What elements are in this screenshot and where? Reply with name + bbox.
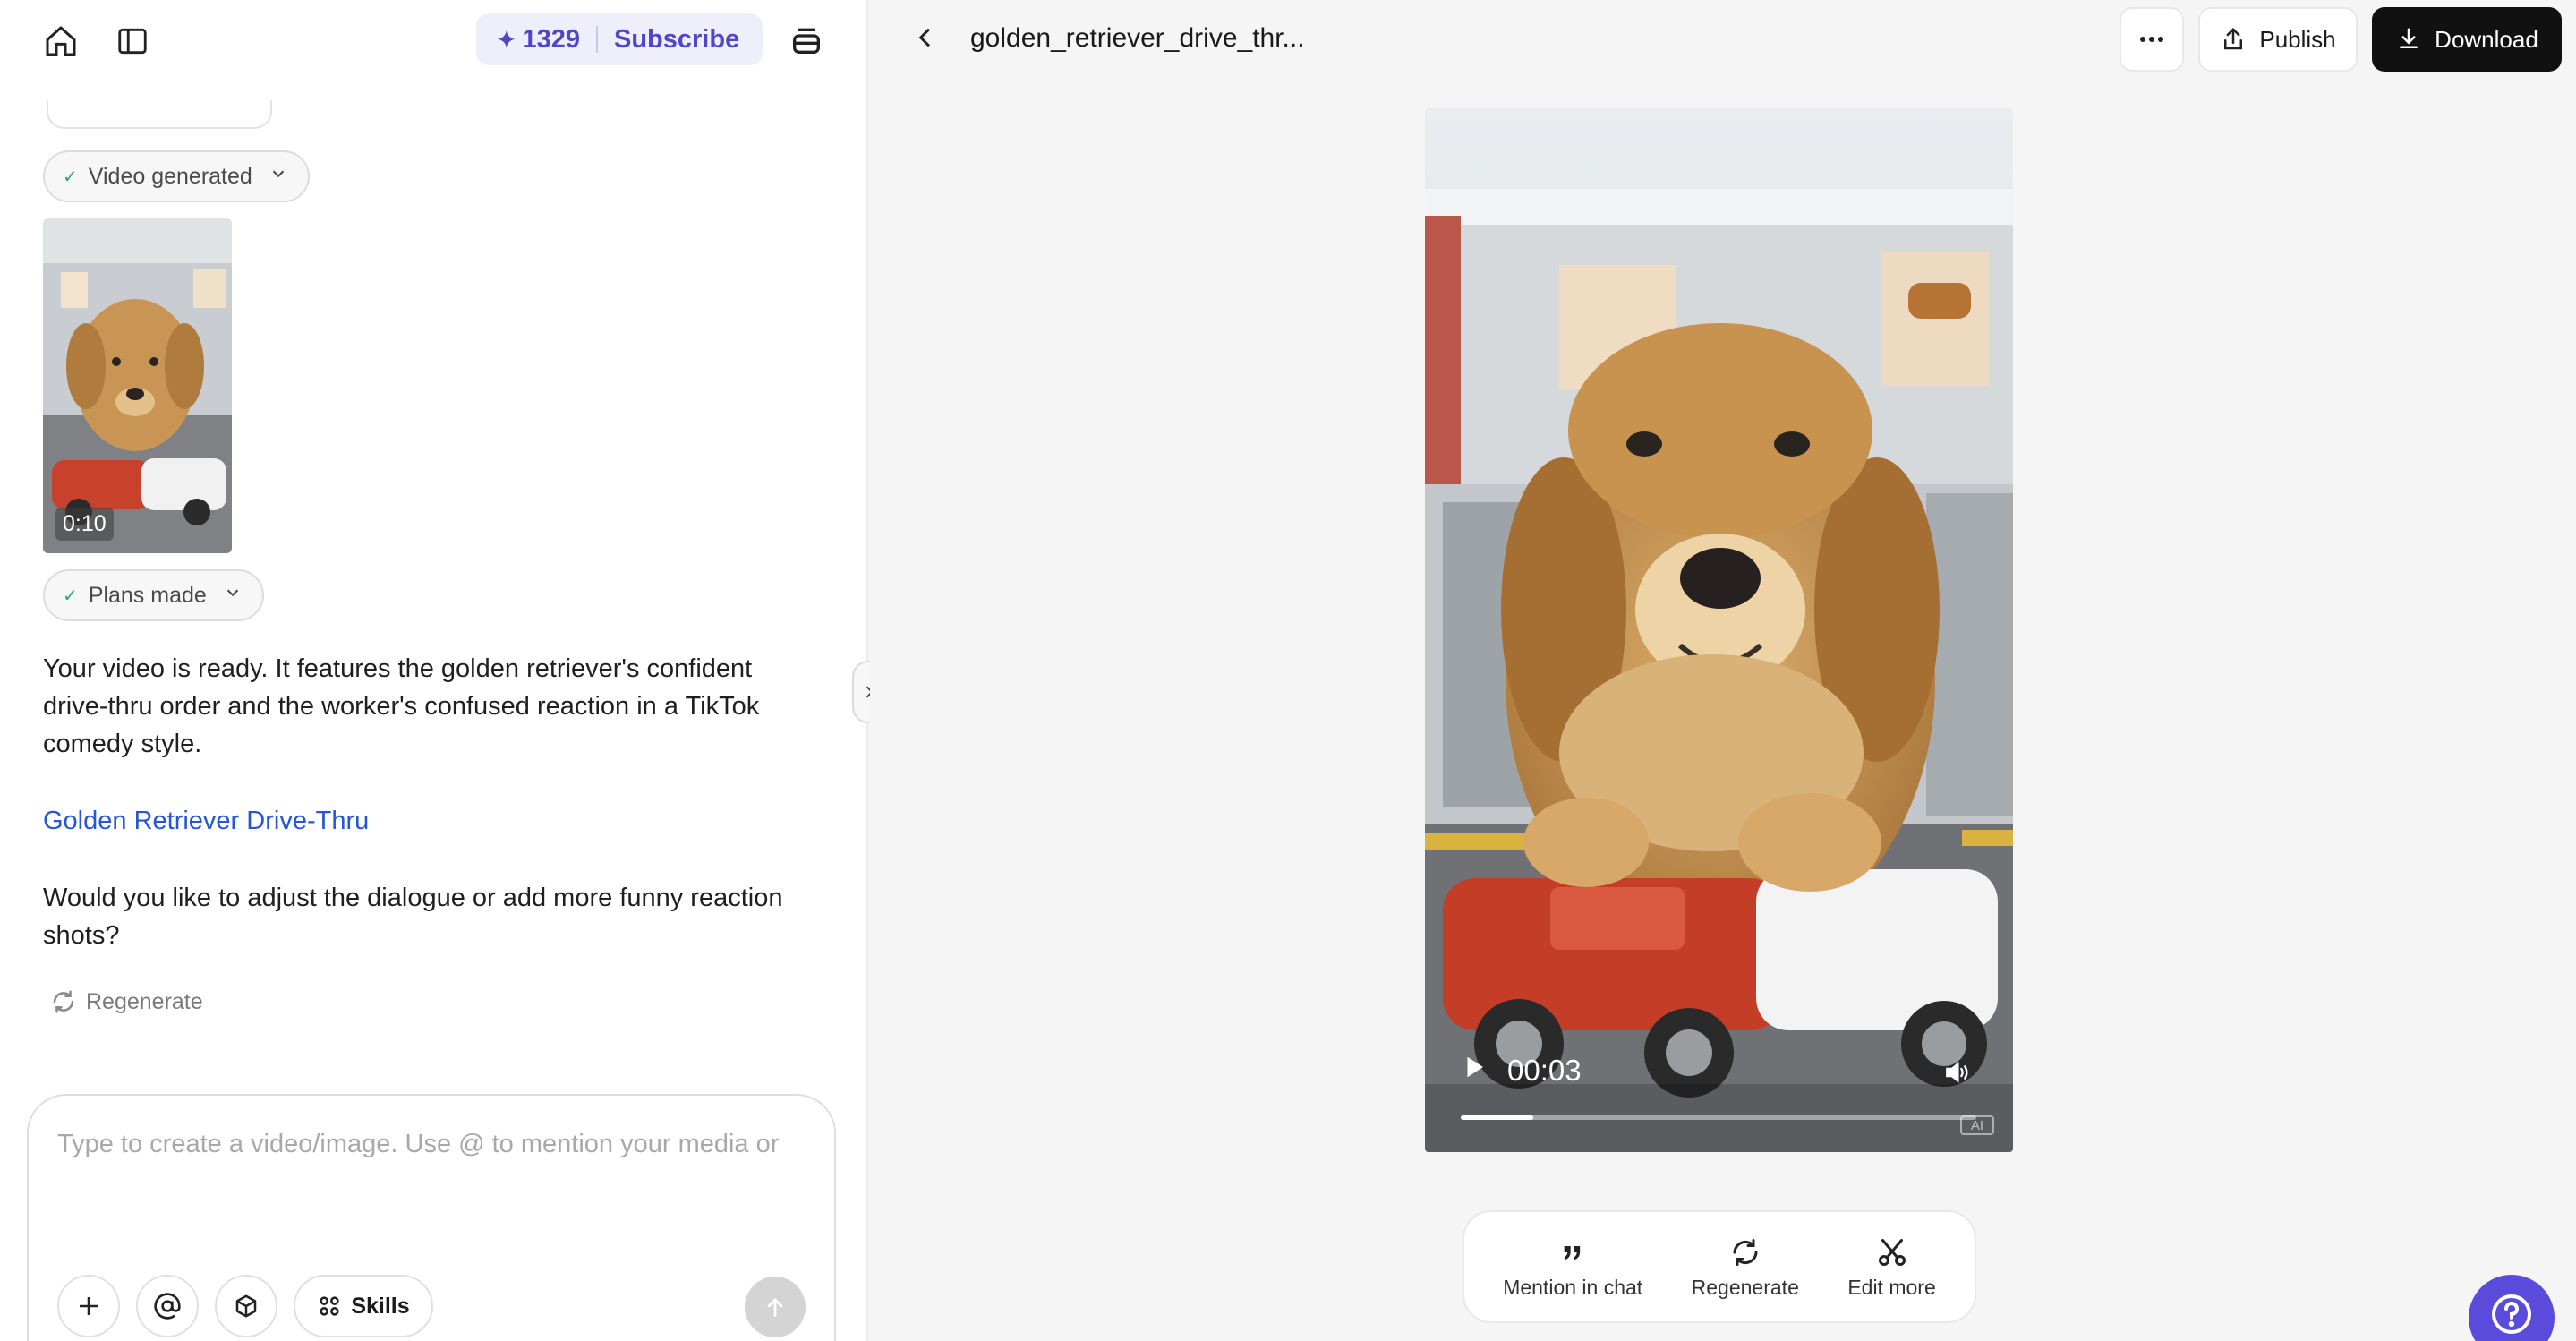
skills-button[interactable]: Skills	[294, 1275, 433, 1337]
credits-badge[interactable]: ✦ 1329 Subscribe	[476, 13, 763, 65]
skills-label: Skills	[351, 1293, 410, 1319]
prompt-input[interactable]: Type to create a video/image. Use @ to m…	[57, 1130, 779, 1159]
chevron-left-icon	[918, 28, 931, 47]
assistant-message: Your video is ready. It features the gol…	[43, 654, 760, 758]
plus-icon	[80, 1297, 98, 1315]
progress-bar[interactable]	[1461, 1115, 1976, 1120]
refresh-icon	[53, 990, 74, 1013]
refresh-icon	[1729, 1234, 1761, 1270]
edit-more-label: Edit more	[1847, 1275, 1936, 1299]
dog-thumbnail-image	[43, 218, 232, 553]
add-button[interactable]	[57, 1275, 120, 1337]
media-title: golden_retriever_drive_thr...	[970, 23, 1305, 53]
chevron-down-icon	[223, 583, 243, 609]
volume-icon[interactable]	[1942, 1058, 1971, 1091]
regenerate-label: Regenerate	[86, 988, 203, 1014]
regenerate-video-button[interactable]: Regenerate	[1692, 1234, 1799, 1300]
more-dots-icon	[2140, 37, 2163, 42]
video-controls: 00:03	[1461, 1053, 1582, 1089]
current-time: 00:03	[1507, 1054, 1582, 1087]
sidebar-toggle-icon[interactable]	[113, 21, 152, 61]
history-stack-icon[interactable]	[786, 20, 827, 61]
publish-button[interactable]: Publish	[2198, 7, 2358, 72]
home-icon[interactable]	[41, 21, 81, 61]
result-link[interactable]: Golden Retriever Drive-Thru	[43, 802, 813, 840]
video-player[interactable]	[1425, 108, 2013, 1152]
cube-icon	[235, 1294, 257, 1318]
previous-status-pill	[47, 100, 272, 129]
ai-badge: AI	[1960, 1115, 1994, 1135]
question-icon	[2492, 1294, 2531, 1334]
download-icon	[2400, 28, 2418, 48]
check-icon: ✓	[63, 167, 78, 187]
share-upload-icon	[2224, 27, 2243, 50]
at-icon	[154, 1293, 181, 1320]
download-label: Download	[2435, 25, 2538, 53]
mention-in-chat-button[interactable]: Mention in chat	[1503, 1234, 1642, 1300]
edit-more-button[interactable]: Edit more	[1847, 1234, 1936, 1300]
scissors-icon	[1876, 1234, 1908, 1270]
send-button[interactable]	[745, 1277, 806, 1337]
chat-panel: ✦ 1329 Subscribe ✓ Video generated 0:10 …	[0, 0, 868, 1341]
video-generated-pill[interactable]: ✓ Video generated	[43, 150, 310, 202]
subscribe-button[interactable]: Subscribe	[614, 25, 739, 55]
mention-label: Mention in chat	[1503, 1275, 1643, 1299]
grid-icon	[320, 1296, 339, 1316]
credits-count: 1329	[522, 24, 580, 54]
plans-made-pill[interactable]: ✓ Plans made	[43, 569, 264, 621]
quote-icon	[1560, 1234, 1585, 1270]
back-button[interactable]	[911, 23, 940, 56]
assistant-question: Would you like to adjust the dialogue or…	[43, 884, 783, 950]
plans-status-label: Plans made	[88, 582, 207, 608]
progress-fill	[1461, 1115, 1533, 1120]
play-icon[interactable]	[1461, 1053, 1488, 1089]
download-button[interactable]: Download	[2372, 7, 2562, 72]
mention-button[interactable]	[136, 1275, 199, 1337]
chevron-down-icon	[269, 164, 288, 190]
publish-label: Publish	[2259, 25, 2336, 53]
video-thumbnail[interactable]: 0:10	[43, 218, 232, 553]
sparkle-icon: ✦	[496, 25, 517, 54]
more-options-button[interactable]	[2120, 7, 2184, 72]
model-button[interactable]	[215, 1275, 277, 1337]
video-status-label: Video generated	[88, 163, 252, 189]
divider	[595, 26, 598, 53]
regenerate-button[interactable]: Regenerate	[50, 988, 203, 1015]
dog-video-frame	[1425, 108, 2013, 1152]
regenerate-video-label: Regenerate	[1691, 1275, 1799, 1299]
arrow-up-icon	[767, 1297, 783, 1317]
thumbnail-duration: 0:10	[55, 508, 114, 541]
check-icon: ✓	[63, 585, 78, 606]
media-action-bar: Mention in chat Regenerate Edit more	[1463, 1210, 1976, 1323]
